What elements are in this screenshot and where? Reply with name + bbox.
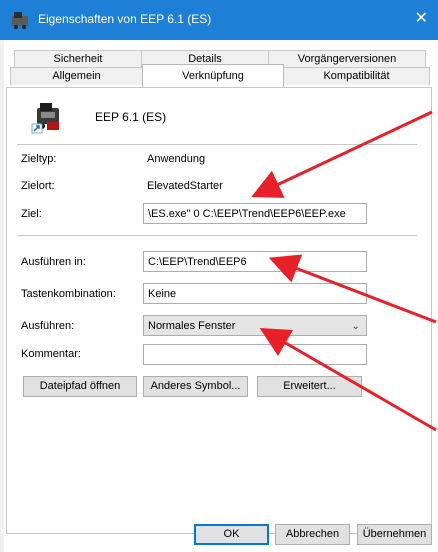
tab-sicherheit[interactable]: Sicherheit bbox=[14, 50, 142, 68]
ziel-input[interactable]: \ES.exe" 0 C:\EEP\Trend\EEP6\EEP.exe bbox=[143, 203, 367, 224]
tab-panel: EEP 6.1 (ES) Zieltyp: Anwendung Zielort:… bbox=[6, 87, 432, 534]
zieltyp-label: Zieltyp: bbox=[21, 153, 57, 165]
tastenkombination-label: Tastenkombination: bbox=[21, 288, 116, 300]
window-title: Eigenschaften von EEP 6.1 (ES) bbox=[38, 12, 212, 26]
app-icon bbox=[12, 12, 28, 29]
advanced-button[interactable]: Erweitert... bbox=[257, 376, 362, 397]
zielort-value: ElevatedStarter bbox=[147, 180, 223, 192]
window-left-edge bbox=[0, 40, 4, 552]
eep-app-icon bbox=[31, 103, 59, 134]
ausfuehren-select-value: Normales Fenster bbox=[148, 320, 236, 332]
ausfuehren-in-input[interactable]: C:\EEP\Trend\EEP6 bbox=[143, 251, 367, 272]
ausfuehren-in-label: Ausführen in: bbox=[21, 256, 86, 268]
ausfuehren-select[interactable]: Normales Fenster ⌄ bbox=[143, 315, 367, 336]
open-path-button[interactable]: Dateipfad öffnen bbox=[23, 376, 137, 397]
divider bbox=[17, 144, 417, 145]
tab-allgemein[interactable]: Allgemein bbox=[10, 67, 143, 85]
title-bar: Eigenschaften von EEP 6.1 (ES) ✕ bbox=[0, 0, 438, 40]
apply-button[interactable]: Übernehmen bbox=[357, 524, 432, 545]
kommentar-input[interactable] bbox=[143, 344, 367, 365]
tab-vorgaengerversionen[interactable]: Vorgängerversionen bbox=[268, 50, 426, 68]
divider bbox=[17, 235, 417, 236]
kommentar-label: Kommentar: bbox=[21, 348, 81, 360]
change-icon-button[interactable]: Anderes Symbol... bbox=[143, 376, 248, 397]
ok-button[interactable]: OK bbox=[194, 524, 269, 545]
shortcut-name: EEP 6.1 (ES) bbox=[95, 110, 167, 124]
chevron-down-icon: ⌄ bbox=[351, 321, 360, 332]
zieltyp-value: Anwendung bbox=[147, 153, 206, 165]
tastenkombination-input[interactable]: Keine bbox=[143, 283, 367, 304]
ausfuehren-label: Ausführen: bbox=[21, 320, 75, 332]
cancel-button[interactable]: Abbrechen bbox=[275, 524, 350, 545]
tab-verknuepfung[interactable]: Verknüpfung bbox=[142, 64, 284, 87]
close-icon[interactable]: ✕ bbox=[415, 8, 428, 28]
ziel-label: Ziel: bbox=[21, 208, 42, 220]
tab-kompatibilitaet[interactable]: Kompatibilität bbox=[283, 67, 430, 85]
zielort-label: Zielort: bbox=[21, 180, 55, 192]
